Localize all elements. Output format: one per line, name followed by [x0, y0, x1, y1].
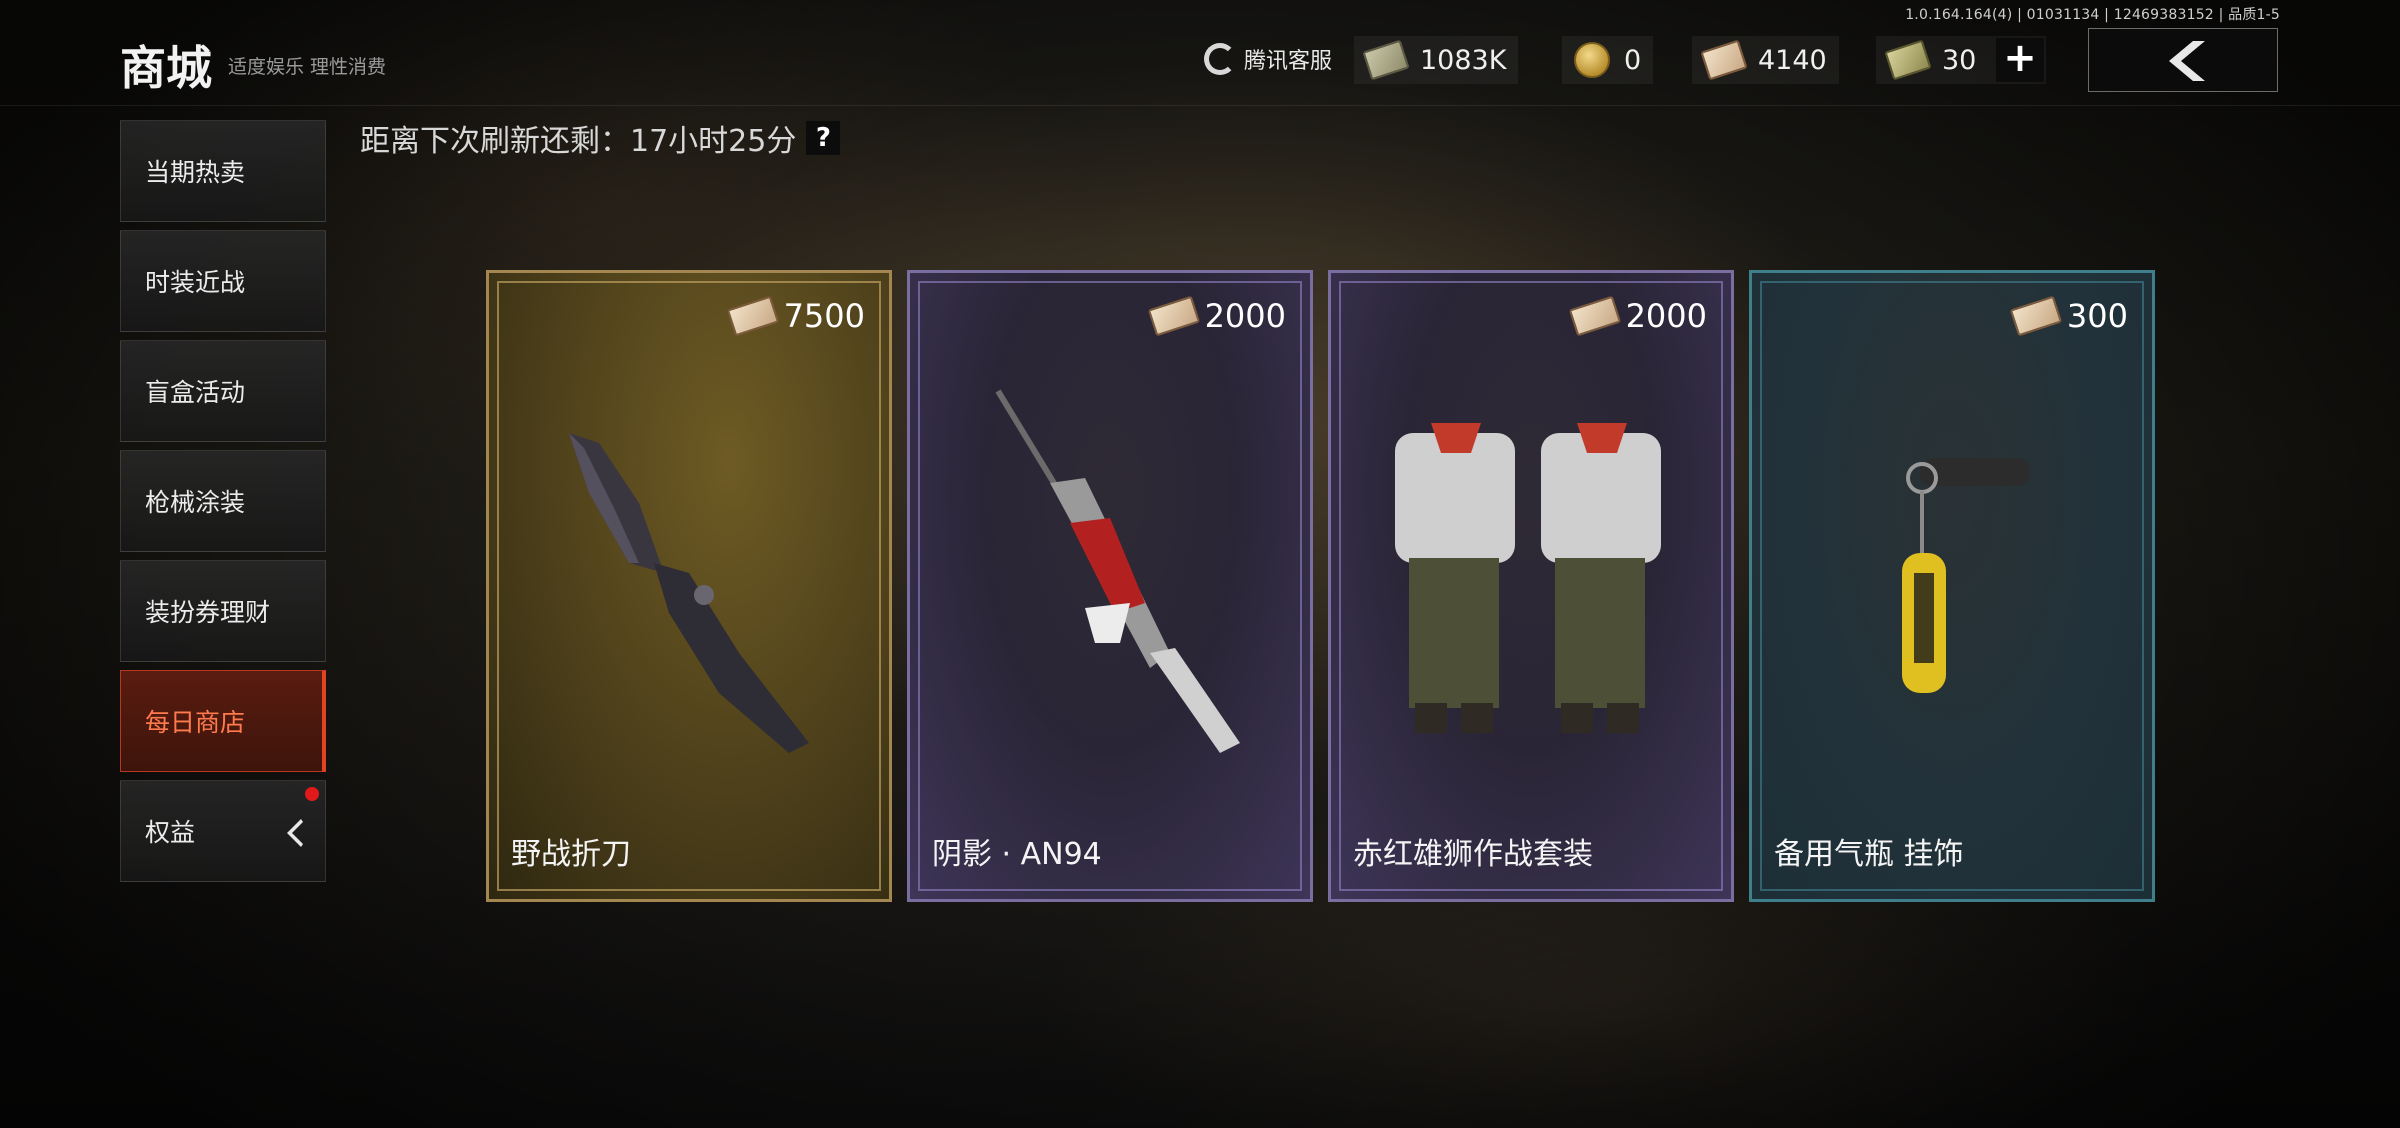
refresh-timer-label: 距离下次刷新还剩：17小时25分	[360, 124, 797, 159]
chevron-left-icon	[287, 819, 303, 847]
notification-badge	[305, 787, 319, 801]
sidebar-item-daily-shop[interactable]: 每日商店	[120, 670, 326, 772]
currency-value: 30	[1942, 44, 1977, 76]
top-bar: 商城 适度娱乐 理性消费 腾讯客服 1083K 0 4140 30 +	[0, 0, 2400, 106]
help-button[interactable]: ?	[806, 121, 841, 155]
sidebar-item-label: 装扮券理财	[145, 598, 271, 627]
add-currency-button[interactable]: +	[1996, 38, 2044, 82]
page-subtitle: 适度娱乐 理性消费	[228, 56, 387, 78]
sidebar-item-label: 枪械涂装	[145, 488, 246, 517]
sidebar-item-voucher-finance[interactable]: 装扮券理财	[120, 560, 326, 662]
item-name: 赤红雄狮作战套装	[1353, 837, 1593, 872]
knife-icon	[569, 433, 809, 753]
customer-service-button[interactable]: 腾讯客服	[1204, 42, 1332, 76]
charm-icon	[1902, 458, 2030, 693]
ticket-icon	[1700, 39, 1748, 81]
currency-value: 4140	[1758, 44, 1827, 76]
rifle-icon	[995, 389, 1240, 753]
sidebar: 当期热卖 时装近战 盲盒活动 枪械涂装 装扮券理财 每日商店 权益	[120, 120, 326, 890]
item-name: 野战折刀	[511, 837, 631, 872]
sidebar-item-benefits[interactable]: 权益	[120, 780, 326, 882]
item-name: 备用气瓶 挂饰	[1774, 837, 1964, 872]
cash-icon	[1362, 39, 1410, 81]
shop-item-card[interactable]: 7500 野战折刀	[486, 270, 892, 902]
voucher-icon	[1884, 39, 1932, 81]
back-button[interactable]	[2088, 28, 2278, 92]
sidebar-item-fashion-melee[interactable]: 时装近战	[120, 230, 326, 332]
page-title: 商城	[120, 41, 212, 95]
sidebar-item-label: 当期热卖	[145, 158, 246, 187]
currency-value: 1083K	[1420, 44, 1507, 76]
sidebar-item-blind-box[interactable]: 盲盒活动	[120, 340, 326, 442]
sidebar-item-label: 时装近战	[145, 268, 246, 297]
refresh-timer: 距离下次刷新还剩：17小时25分 ?	[360, 116, 841, 160]
support-icon	[1204, 43, 1236, 75]
currency-coin: 0	[1562, 36, 1654, 84]
shop-item-card[interactable]: 2000 赤红雄狮作战套装	[1328, 270, 1734, 902]
item-name: 阴影 · AN94	[932, 837, 1102, 872]
currency-ticket: 4140	[1692, 36, 1839, 84]
sidebar-item-label: 权益	[145, 818, 196, 847]
sidebar-item-label: 盲盒活动	[145, 378, 246, 407]
currency-cash: 1083K	[1354, 36, 1519, 84]
sidebar-item-hot-sale[interactable]: 当期热卖	[120, 120, 326, 222]
customer-service-label: 腾讯客服	[1244, 49, 1333, 74]
shop-item-card[interactable]: 300 备用气瓶 挂饰	[1749, 270, 2155, 902]
sidebar-item-weapon-skins[interactable]: 枪械涂装	[120, 450, 326, 552]
sidebar-item-label: 每日商店	[145, 708, 246, 737]
chevron-left-icon	[2169, 41, 2205, 81]
outfit-icon	[1395, 423, 1661, 733]
shop-item-card[interactable]: 2000 阴影 · AN94	[907, 270, 1313, 902]
coin-icon	[1574, 42, 1610, 78]
currency-value: 0	[1624, 44, 1642, 76]
